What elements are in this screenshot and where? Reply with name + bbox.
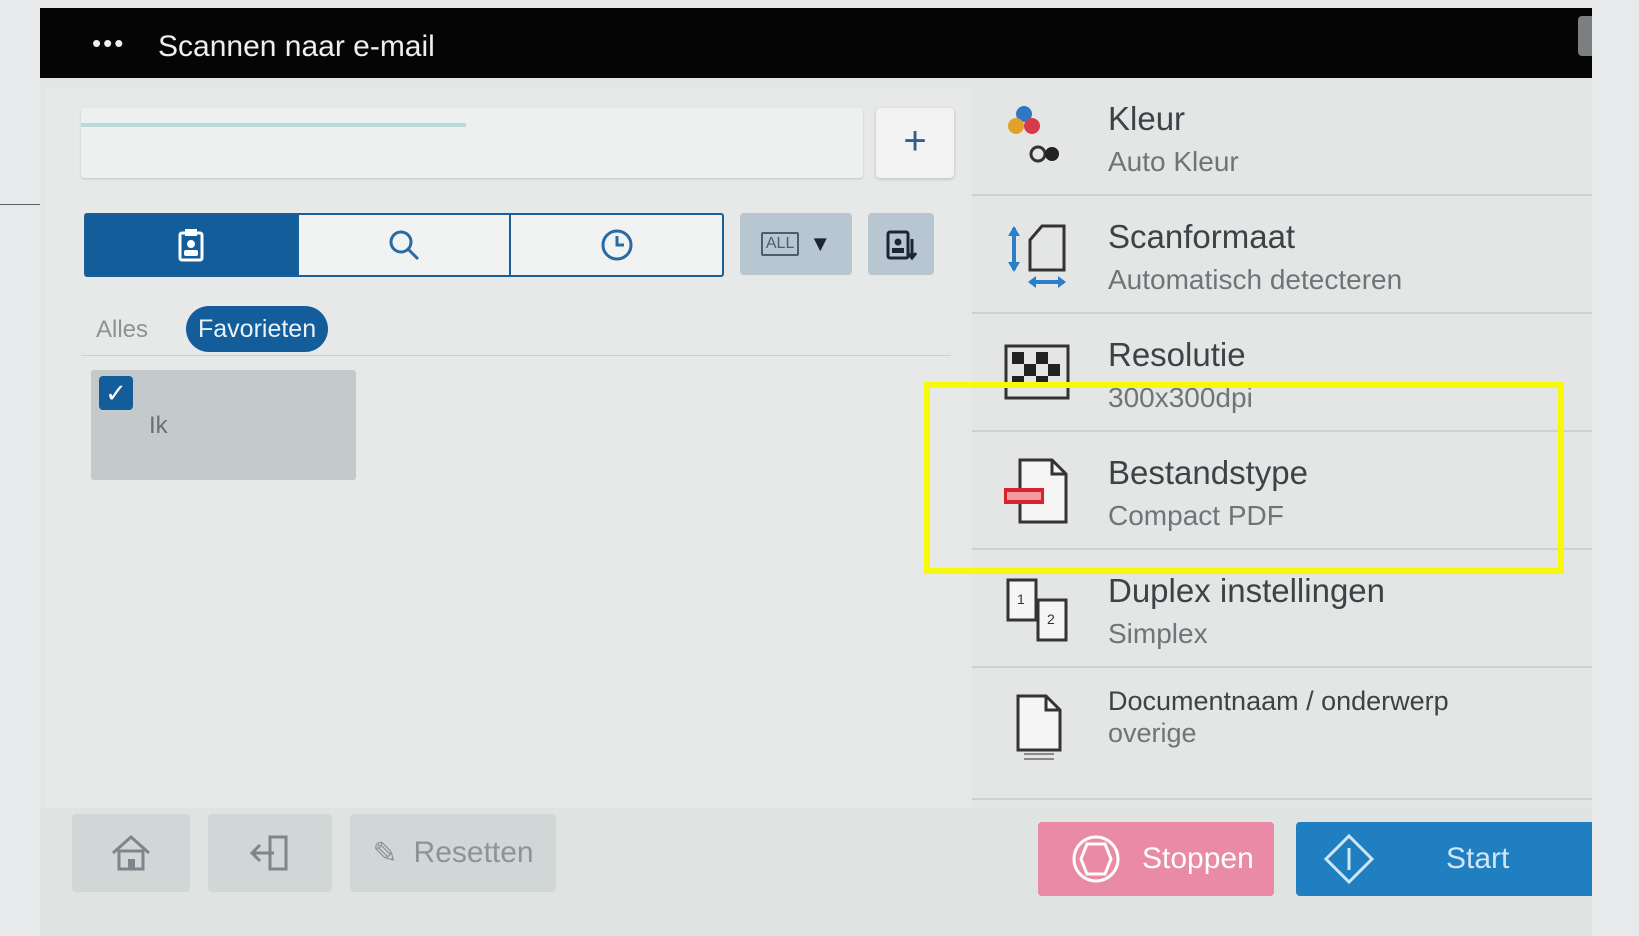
addressbook-detail-icon <box>886 230 918 261</box>
svg-text:2: 2 <box>1047 611 1055 627</box>
setting-value: Simplex <box>1108 618 1208 649</box>
setting-label: Kleur <box>1108 100 1186 137</box>
start-label: Start <box>1446 842 1510 875</box>
callout-line <box>0 204 40 205</box>
home-button[interactable] <box>72 814 190 892</box>
divider <box>81 355 951 356</box>
page-title: Scannen naar e-mail <box>158 30 435 63</box>
title-bar: ••• Scannen naar e-mail <box>40 8 1592 78</box>
document-icon <box>1016 694 1062 760</box>
tab-history[interactable] <box>511 215 722 275</box>
start-button[interactable]: Start <box>1296 822 1592 896</box>
address-tabs <box>84 213 724 277</box>
destination-pane: + ALL ▼ Alles Favorieten ✓ Ik <box>46 88 996 808</box>
more-icon[interactable]: ••• <box>92 28 125 59</box>
scan-size-icon <box>1008 224 1066 288</box>
addressbook-icon <box>178 229 204 262</box>
color-icon <box>1008 106 1059 163</box>
setting-kleur[interactable]: Kleur Auto Kleur <box>972 78 1592 196</box>
setting-value: overige <box>1108 718 1197 748</box>
search-icon <box>389 230 420 261</box>
pencil-icon: ✎ <box>372 836 398 870</box>
corner-indicator-icon <box>1578 16 1592 56</box>
history-icon <box>601 229 633 261</box>
checkbox-checked-icon[interactable]: ✓ <box>99 376 133 410</box>
setting-documentnaam[interactable]: Documentnaam / onderwerp overige <box>972 668 1592 800</box>
start-icon <box>1323 833 1375 885</box>
address-detail-button[interactable] <box>868 213 934 275</box>
setting-label: Documentnaam / onderwerp <box>1108 686 1449 716</box>
duplex-icon: 1 2 <box>1006 578 1068 642</box>
tab-search[interactable] <box>299 215 512 275</box>
filter-favorites[interactable]: Favorieten <box>186 306 329 352</box>
add-address-button[interactable]: + <box>876 108 954 178</box>
logout-button[interactable] <box>208 814 332 892</box>
setting-label: Duplex instellingen <box>1108 572 1386 609</box>
address-input[interactable] <box>81 108 863 178</box>
reset-button[interactable]: ✎ Resetten <box>350 814 556 892</box>
setting-value: Automatisch detecteren <box>1108 264 1403 295</box>
setting-value: Auto Kleur <box>1108 146 1239 177</box>
stop-icon <box>1072 835 1120 883</box>
logout-icon <box>249 835 288 871</box>
filter-all[interactable]: Alles <box>96 316 148 344</box>
index-select[interactable]: ALL ▼ <box>740 213 852 275</box>
index-select-value: ALL <box>760 232 800 256</box>
highlight-box <box>924 382 1564 574</box>
setting-scanformaat[interactable]: Scanformaat Automatisch detecteren <box>972 196 1592 314</box>
destination-item[interactable]: ✓ Ik <box>91 370 356 480</box>
stop-button[interactable]: Stoppen <box>1038 822 1274 896</box>
setting-label: Scanformaat <box>1108 218 1296 255</box>
destination-name: Ik <box>149 412 168 439</box>
reset-label: Resetten <box>413 836 534 869</box>
home-icon <box>112 834 150 871</box>
bottom-bar: ✎ Resetten Stoppen Start <box>40 808 1592 936</box>
setting-label: Resolutie <box>1108 336 1246 373</box>
chevron-down-icon: ▼ <box>809 231 832 256</box>
input-focus-line <box>81 123 466 127</box>
stop-label: Stoppen <box>1142 842 1254 875</box>
svg-text:1: 1 <box>1017 591 1025 607</box>
tab-addressbook[interactable] <box>86 215 299 275</box>
